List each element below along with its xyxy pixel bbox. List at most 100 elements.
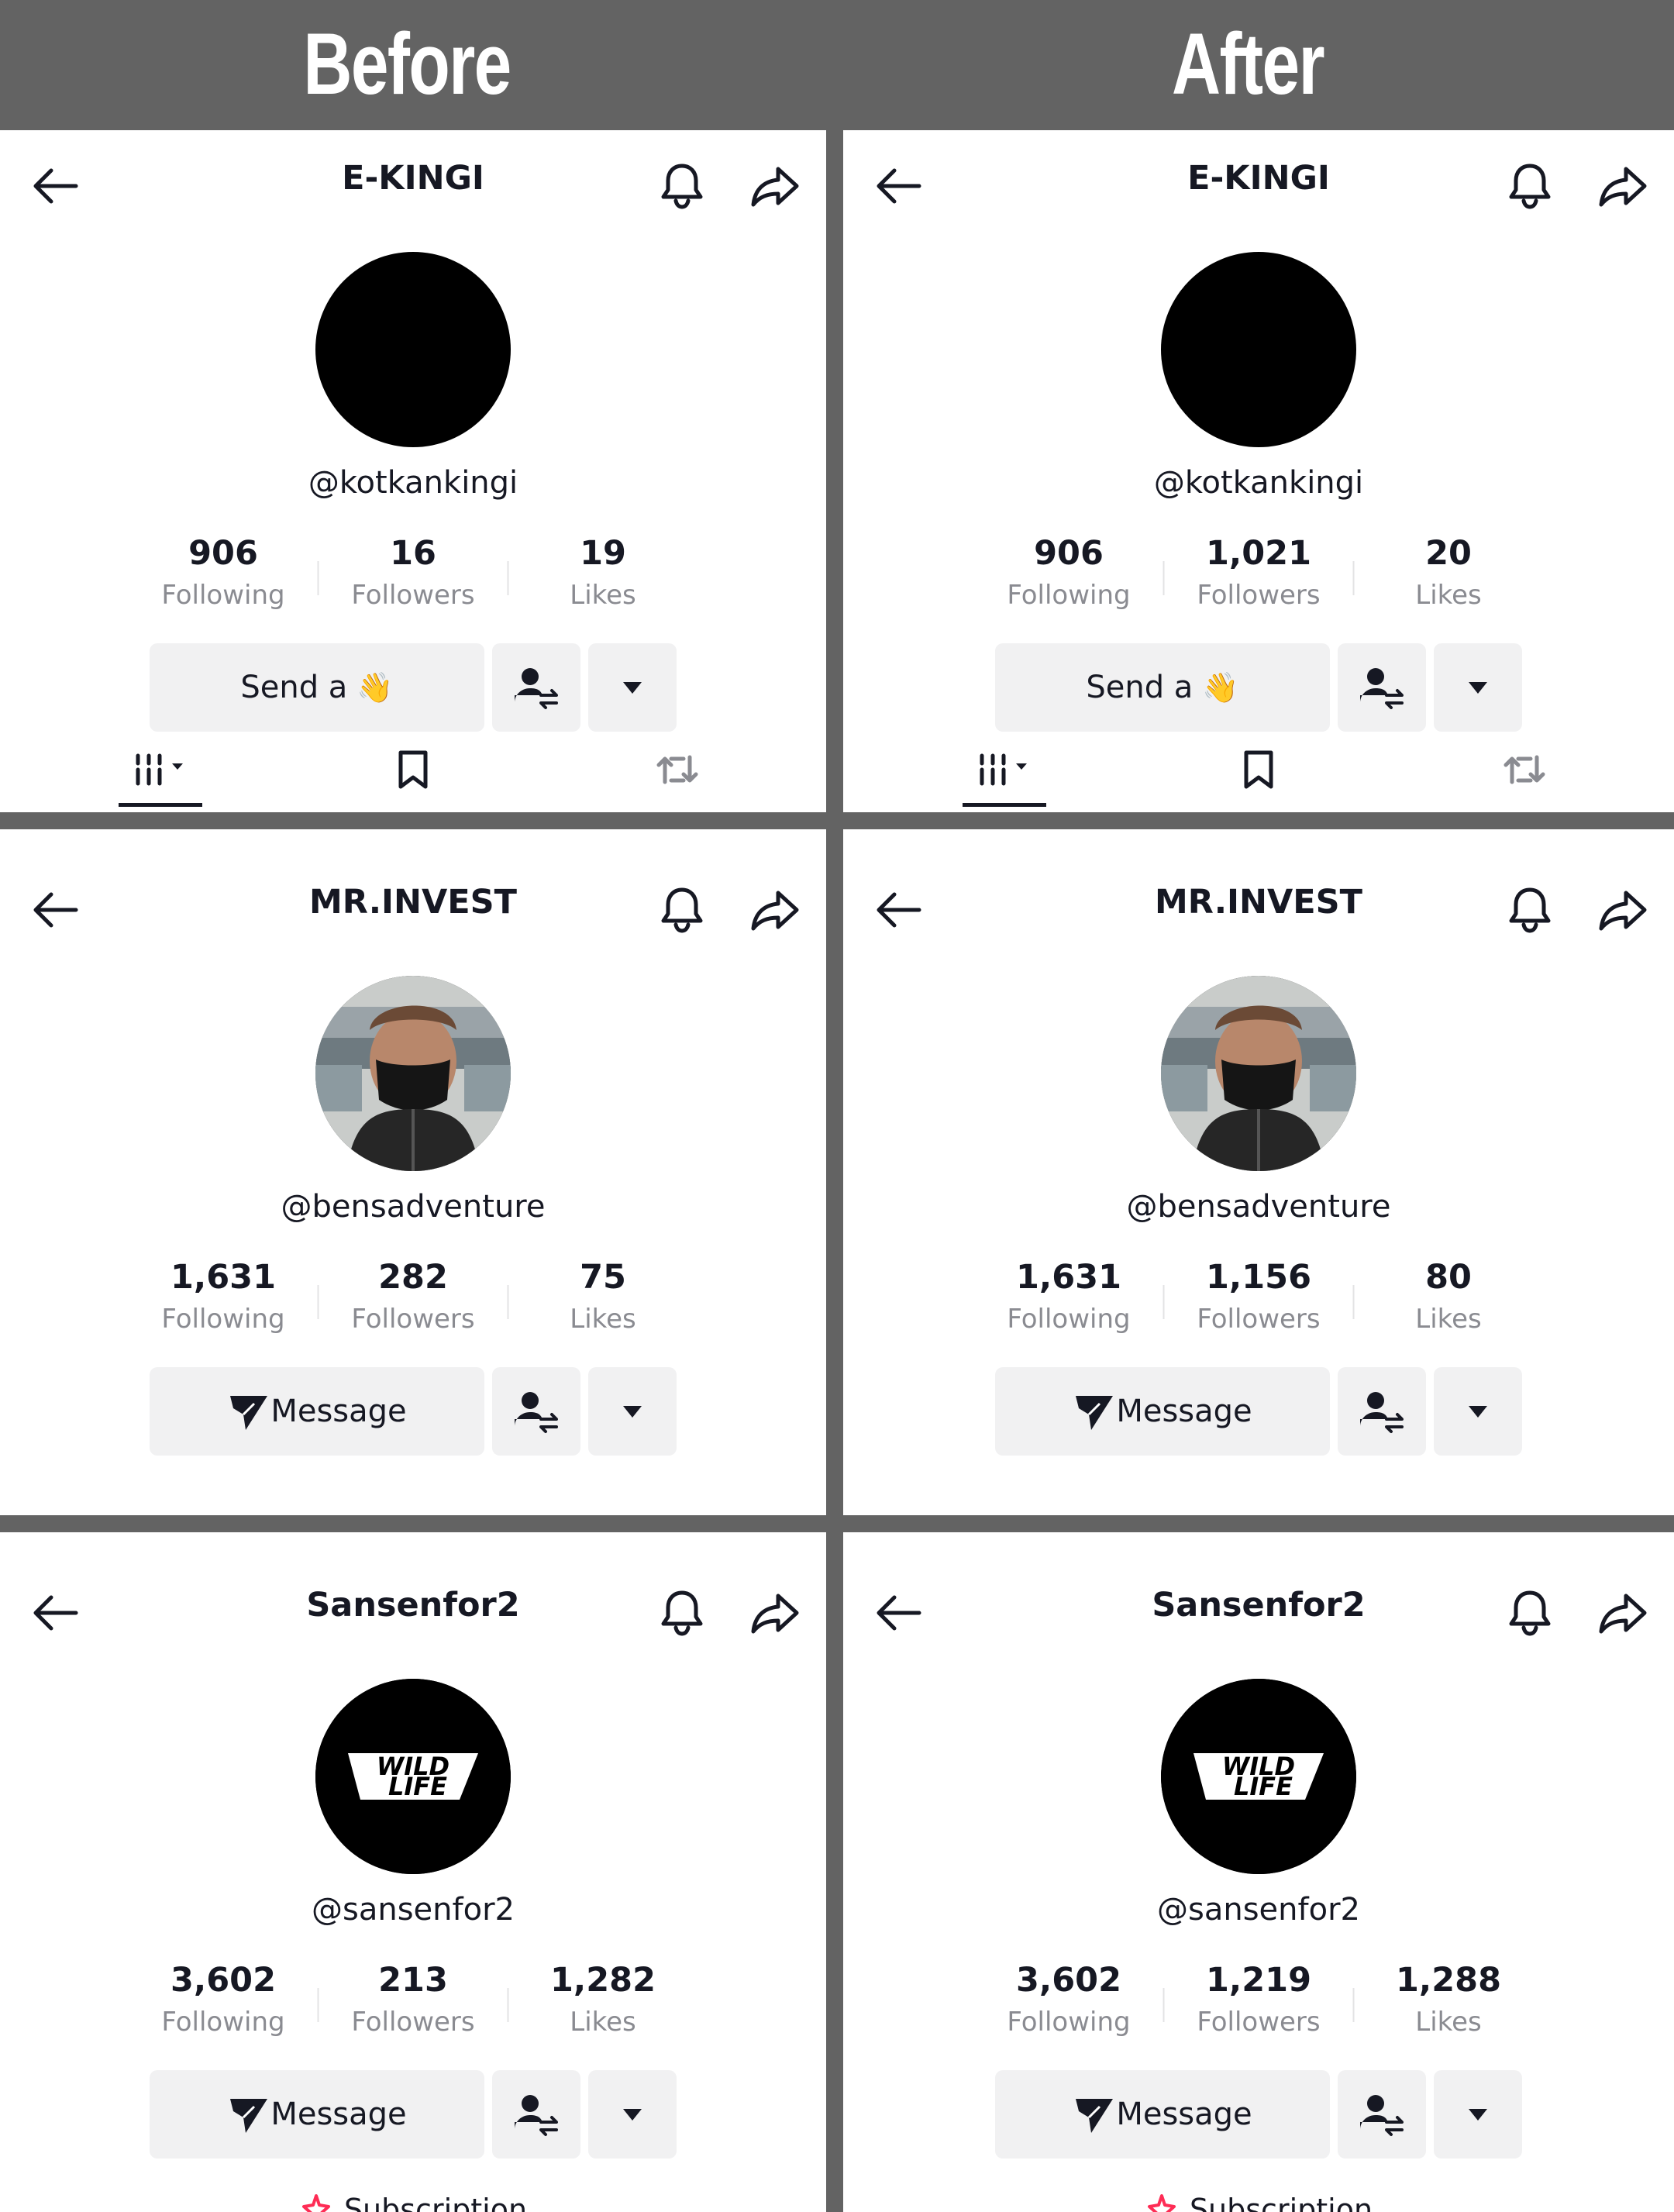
- tab-videos[interactable]: [970, 743, 1048, 797]
- tab-favorites[interactable]: [382, 743, 444, 797]
- stat-likes[interactable]: 1,282 Likes: [509, 1959, 698, 2038]
- stat-followers[interactable]: 1,156 Followers: [1165, 1256, 1353, 1335]
- more-options-button[interactable]: [588, 1367, 677, 1456]
- active-tab-indicator: [962, 803, 1046, 807]
- more-options-button[interactable]: [588, 643, 677, 732]
- profile-header: MR.INVEST: [843, 854, 1674, 963]
- follow-switch-button[interactable]: [1338, 2070, 1426, 2159]
- chevron-down-icon: [617, 1396, 648, 1427]
- more-options-button[interactable]: [1434, 1367, 1522, 1456]
- repost-icon: [654, 746, 701, 793]
- avatar[interactable]: [315, 976, 511, 1171]
- profile-panel-before-2: MR.INVEST @bensadventure 1,631 Following 282…: [0, 829, 826, 1515]
- message-button[interactable]: Message: [995, 2070, 1330, 2159]
- follow-switch-button[interactable]: [492, 643, 580, 732]
- action-buttons: Send a 👋: [150, 643, 677, 732]
- stat-following[interactable]: 906 Following: [975, 532, 1163, 611]
- share-icon[interactable]: [747, 1585, 803, 1641]
- stat-likes[interactable]: 19 Likes: [509, 532, 698, 611]
- tab-reposts[interactable]: [1493, 743, 1555, 797]
- user-swap-icon: [1357, 1387, 1407, 1436]
- avatar[interactable]: WILD LIFE: [315, 1679, 511, 1874]
- grid-icon: [974, 746, 1044, 793]
- stat-likes-count: 75: [580, 1258, 626, 1297]
- send-icon: [1073, 2093, 1116, 2136]
- stat-following-label: Following: [1007, 580, 1131, 611]
- profile-stats: 3,602 Following 1,219 Followers 1,288 Likes: [975, 1959, 1543, 2038]
- chevron-down-icon: [617, 672, 648, 703]
- logo-text-2: LIFE: [1234, 1772, 1293, 1801]
- avatar[interactable]: [1161, 252, 1356, 447]
- bell-icon[interactable]: [1502, 882, 1558, 938]
- stat-following[interactable]: 3,602 Following: [975, 1959, 1163, 2038]
- chevron-down-icon: [1462, 1396, 1493, 1427]
- profile-header: E-KINGI: [843, 130, 1674, 239]
- stat-following[interactable]: 1,631 Following: [975, 1256, 1163, 1335]
- share-icon[interactable]: [1595, 882, 1651, 938]
- profile-panel-before-3: Sansenfor2 WILD LIFE @sansenfor2 3,602 Follow…: [0, 1532, 826, 2212]
- stat-following-label: Following: [161, 1304, 285, 1335]
- more-options-button[interactable]: [588, 2070, 677, 2159]
- tab-videos[interactable]: [126, 743, 204, 797]
- stat-following[interactable]: 906 Following: [129, 532, 318, 611]
- stat-likes[interactable]: 1,288 Likes: [1355, 1959, 1543, 2038]
- tab-reposts[interactable]: [646, 743, 708, 797]
- send-wave-button[interactable]: Send a 👋: [995, 643, 1330, 732]
- subscription-link[interactable]: Subscription: [0, 2193, 826, 2212]
- profile-header: Sansenfor2: [843, 1557, 1674, 1666]
- share-icon[interactable]: [747, 882, 803, 938]
- follow-switch-button[interactable]: [1338, 1367, 1426, 1456]
- stat-likes[interactable]: 80 Likes: [1355, 1256, 1543, 1335]
- profile-tabs: [843, 743, 1674, 807]
- bell-icon[interactable]: [654, 882, 710, 938]
- avatar[interactable]: WILD LIFE: [1161, 1679, 1356, 1874]
- subscription-link[interactable]: Subscription: [843, 2193, 1674, 2212]
- follow-switch-button[interactable]: [1338, 643, 1426, 732]
- bookmark-icon: [1235, 746, 1282, 793]
- profile-handle: @sansenfor2: [312, 1892, 515, 1928]
- stat-likes-label: Likes: [1415, 2007, 1482, 2038]
- stat-following[interactable]: 3,602 Following: [129, 1959, 318, 2038]
- stat-following[interactable]: 1,631 Following: [129, 1256, 318, 1335]
- share-icon[interactable]: [1595, 1585, 1651, 1641]
- profile-panel-after-1: E-KINGI @kotkankingi 906 Following 1,021 Foll…: [843, 130, 1674, 812]
- stat-followers-count: 282: [378, 1258, 448, 1297]
- follow-switch-button[interactable]: [492, 1367, 580, 1456]
- avatar[interactable]: [1161, 976, 1356, 1171]
- active-tab-indicator: [118, 803, 202, 807]
- stat-followers[interactable]: 1,021 Followers: [1165, 532, 1353, 611]
- avatar[interactable]: [315, 252, 511, 447]
- stat-following-count: 906: [188, 534, 258, 573]
- stat-followers[interactable]: 16 Followers: [319, 532, 508, 611]
- tab-favorites[interactable]: [1228, 743, 1290, 797]
- stat-followers[interactable]: 1,219 Followers: [1165, 1959, 1353, 2038]
- stat-likes[interactable]: 20 Likes: [1355, 532, 1543, 611]
- share-icon[interactable]: [1595, 158, 1651, 214]
- profile-header: E-KINGI: [0, 130, 826, 239]
- stat-following-label: Following: [161, 2007, 285, 2038]
- stat-likes-count: 19: [580, 534, 626, 573]
- stat-followers[interactable]: 213 Followers: [319, 1959, 508, 2038]
- bell-icon[interactable]: [1502, 158, 1558, 214]
- bell-icon[interactable]: [654, 1585, 710, 1641]
- message-button[interactable]: Message: [995, 1367, 1330, 1456]
- send-wave-label: Send a: [240, 670, 348, 705]
- bell-icon[interactable]: [1502, 1585, 1558, 1641]
- send-wave-button[interactable]: Send a 👋: [150, 643, 484, 732]
- before-heading: Before: [303, 16, 512, 112]
- profile-panel-before-1: E-KINGI @kotkankingi 906 Following 16 Followe…: [0, 130, 826, 812]
- user-swap-icon: [1357, 2090, 1407, 2139]
- follow-switch-button[interactable]: [492, 2070, 580, 2159]
- stat-likes-count: 1,288: [1395, 1961, 1501, 2000]
- message-button[interactable]: Message: [150, 1367, 484, 1456]
- share-icon[interactable]: [747, 158, 803, 214]
- bell-icon[interactable]: [654, 158, 710, 214]
- more-options-button[interactable]: [1434, 643, 1522, 732]
- more-options-button[interactable]: [1434, 2070, 1522, 2159]
- stat-likes[interactable]: 75 Likes: [509, 1256, 698, 1335]
- stat-followers-label: Followers: [1197, 1304, 1321, 1335]
- stat-followers-label: Followers: [1197, 2007, 1321, 2038]
- message-button[interactable]: Message: [150, 2070, 484, 2159]
- stat-followers[interactable]: 282 Followers: [319, 1256, 508, 1335]
- send-icon: [227, 1390, 270, 1433]
